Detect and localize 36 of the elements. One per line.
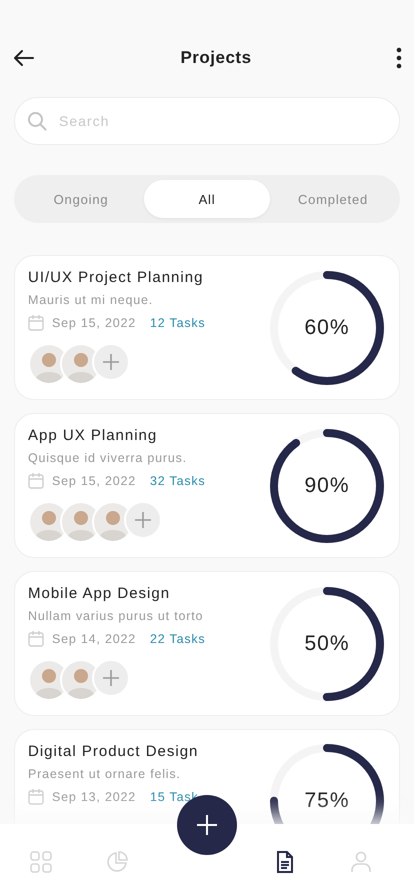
- task-count: 32 Tasks: [150, 474, 206, 488]
- project-card[interactable]: App UX Planning Quisque id viverra purus. Sep 15, 2022 32 Tasks 90%: [14, 413, 400, 558]
- page-title: Projects: [180, 48, 252, 68]
- project-title: Mobile App Design: [28, 585, 172, 602]
- plus-icon: [102, 353, 120, 371]
- due-date: Sep 14, 2022: [52, 632, 136, 646]
- project-description: Quisque id viverra purus.: [28, 451, 188, 465]
- progress-percent: 90%: [304, 474, 350, 498]
- profile-icon[interactable]: [348, 849, 374, 875]
- calendar-icon: [28, 314, 44, 331]
- task-count: 22 Tasks: [150, 632, 206, 646]
- project-title: Digital Product Design: [28, 743, 198, 760]
- progress-percent: 50%: [304, 632, 350, 656]
- project-card[interactable]: Mobile App Design Nullam varius purus ut torto Sep 14, 2022 22 Tasks 50%: [14, 571, 400, 716]
- task-count: 12 Tasks: [150, 316, 206, 330]
- calendar-icon: [28, 630, 44, 647]
- project-description: Mauris ut mi neque.: [28, 293, 154, 307]
- project-description: Nullam varius purus ut torto: [28, 609, 204, 623]
- grid-icon[interactable]: [28, 849, 54, 875]
- due-date: Sep 15, 2022: [52, 316, 136, 330]
- more-icon[interactable]: [396, 47, 402, 69]
- plus-icon: [196, 814, 218, 836]
- project-title: App UX Planning: [28, 427, 158, 444]
- project-card[interactable]: UI/UX Project Planning Mauris ut mi neque. Sep 15, 2022 12 Tasks 60%: [14, 255, 400, 400]
- plus-icon: [134, 511, 152, 529]
- progress-percent: 60%: [304, 316, 350, 340]
- project-title: UI/UX Project Planning: [28, 269, 204, 286]
- progress-percent: 75%: [304, 789, 350, 813]
- filter-tab[interactable]: All: [144, 180, 270, 218]
- project-description: Praesent ut ornare felis.: [28, 767, 182, 781]
- due-date: Sep 15, 2022: [52, 474, 136, 488]
- calendar-icon: [28, 472, 44, 489]
- due-date: Sep 13, 2022: [52, 790, 136, 804]
- search-icon: [27, 111, 47, 131]
- calendar-icon: [28, 788, 44, 805]
- plus-icon: [102, 669, 120, 687]
